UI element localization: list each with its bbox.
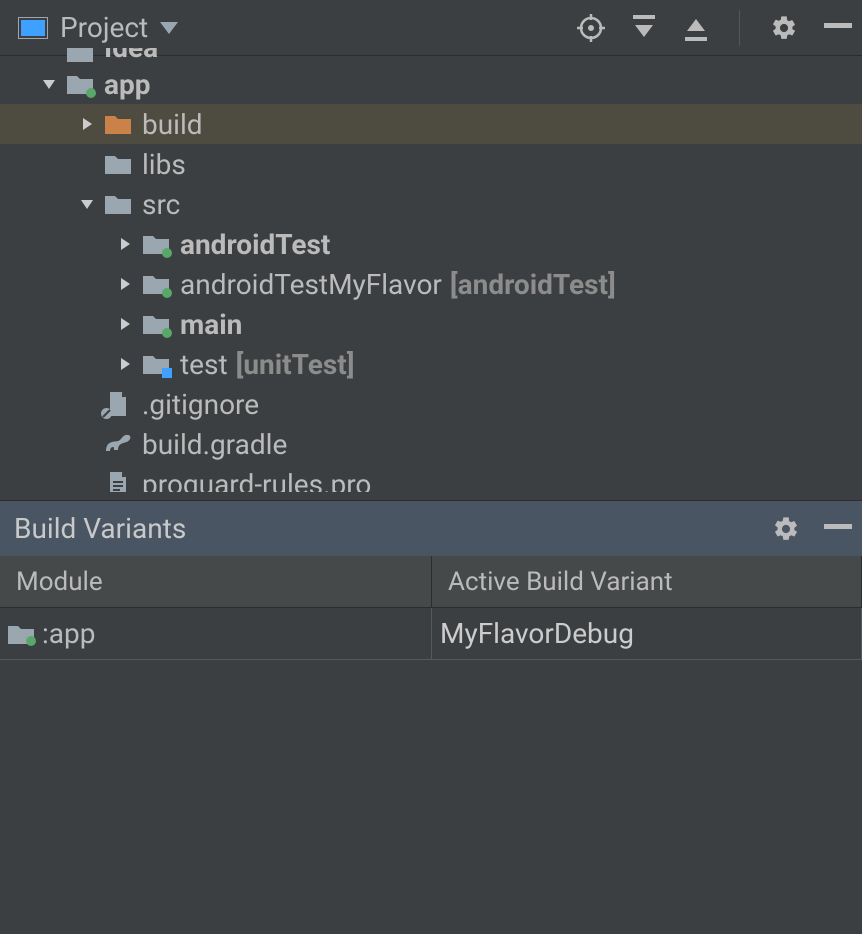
tree-row-build[interactable]: build [0, 104, 862, 144]
build-variants-toolbar: Build Variants [0, 500, 862, 556]
tree-item-suffix: [androidTest] [450, 268, 616, 301]
tree-item-label: androidTestMyFlavor [180, 268, 442, 301]
chevron-right-icon[interactable] [114, 313, 136, 335]
toolbar-separator [739, 10, 740, 46]
project-view-icon [18, 17, 48, 39]
tree-item-label: proguard-rules.pro [142, 468, 371, 493]
file-icon [104, 472, 132, 492]
gear-icon[interactable] [772, 515, 800, 543]
tree-item-suffix: [unitTest] [236, 348, 355, 381]
tree-row-buildgradle[interactable]: build.gradle [0, 424, 862, 464]
module-folder-icon [66, 72, 94, 96]
tree-row-androidtest[interactable]: androidTest [0, 224, 862, 264]
project-tree[interactable]: Idea app build libs src [0, 48, 862, 492]
build-variants-title: Build Variants [14, 512, 186, 545]
file-icon [104, 392, 132, 416]
tree-row-androidtestflavor[interactable]: androidTestMyFlavor [androidTest] [0, 264, 862, 304]
chevron-right-icon[interactable] [76, 113, 98, 135]
expand-all-icon[interactable] [631, 15, 657, 41]
chevron-down-icon [160, 22, 178, 34]
chevron-down-icon[interactable] [38, 73, 60, 95]
column-header-variant[interactable]: Active Build Variant [432, 556, 862, 607]
view-selector[interactable]: Project [18, 11, 178, 44]
build-variants-row[interactable]: :app MyFlavorDebug [0, 608, 862, 660]
tree-row-libs[interactable]: libs [0, 144, 862, 184]
test-folder-icon [142, 272, 170, 296]
module-name: :app [42, 617, 95, 650]
test-folder-icon [142, 232, 170, 256]
source-folder-icon [142, 312, 170, 336]
folder-icon [104, 152, 132, 176]
chevron-right-icon[interactable] [114, 353, 136, 375]
chevron-right-icon[interactable] [114, 233, 136, 255]
hide-icon[interactable] [824, 524, 852, 534]
collapse-all-icon[interactable] [683, 15, 709, 41]
tree-row-test[interactable]: test [unitTest] [0, 344, 862, 384]
folder-icon [104, 192, 132, 216]
tree-item-label: main [180, 308, 242, 341]
module-cell[interactable]: :app [0, 608, 432, 659]
chevron-right-icon[interactable] [114, 273, 136, 295]
hide-icon[interactable] [824, 23, 852, 33]
folder-icon [66, 48, 94, 64]
tree-item-label: Idea [104, 48, 158, 64]
tree-item-label: androidTest [180, 228, 330, 261]
gear-icon[interactable] [770, 14, 798, 42]
tree-row-src[interactable]: src [0, 184, 862, 224]
excluded-folder-icon [104, 112, 132, 136]
tree-item-label: build [142, 108, 203, 141]
view-selector-label: Project [60, 11, 148, 44]
tree-item-label: build.gradle [142, 428, 287, 461]
test-folder-icon [142, 352, 170, 376]
module-folder-icon [8, 624, 34, 644]
tree-row-main[interactable]: main [0, 304, 862, 344]
tree-row-app[interactable]: app [0, 64, 862, 104]
chevron-down-icon[interactable] [76, 193, 98, 215]
column-header-module[interactable]: Module [0, 556, 432, 607]
tree-row[interactable]: Idea [0, 48, 862, 64]
tree-item-label: libs [142, 148, 186, 181]
tree-item-label: src [142, 188, 180, 221]
build-variants-header: Module Active Build Variant [0, 556, 862, 608]
tree-item-label: app [104, 68, 150, 101]
variant-name: MyFlavorDebug [440, 617, 634, 650]
build-variants-empty-area [0, 660, 862, 934]
gradle-icon [104, 432, 132, 456]
tree-row-proguard[interactable]: proguard-rules.pro [0, 464, 862, 492]
variant-cell[interactable]: MyFlavorDebug [432, 608, 862, 659]
target-icon[interactable] [577, 14, 605, 42]
tree-item-label: .gitignore [142, 388, 259, 421]
tree-row-gitignore[interactable]: .gitignore [0, 384, 862, 424]
tree-item-label: test [180, 348, 228, 381]
